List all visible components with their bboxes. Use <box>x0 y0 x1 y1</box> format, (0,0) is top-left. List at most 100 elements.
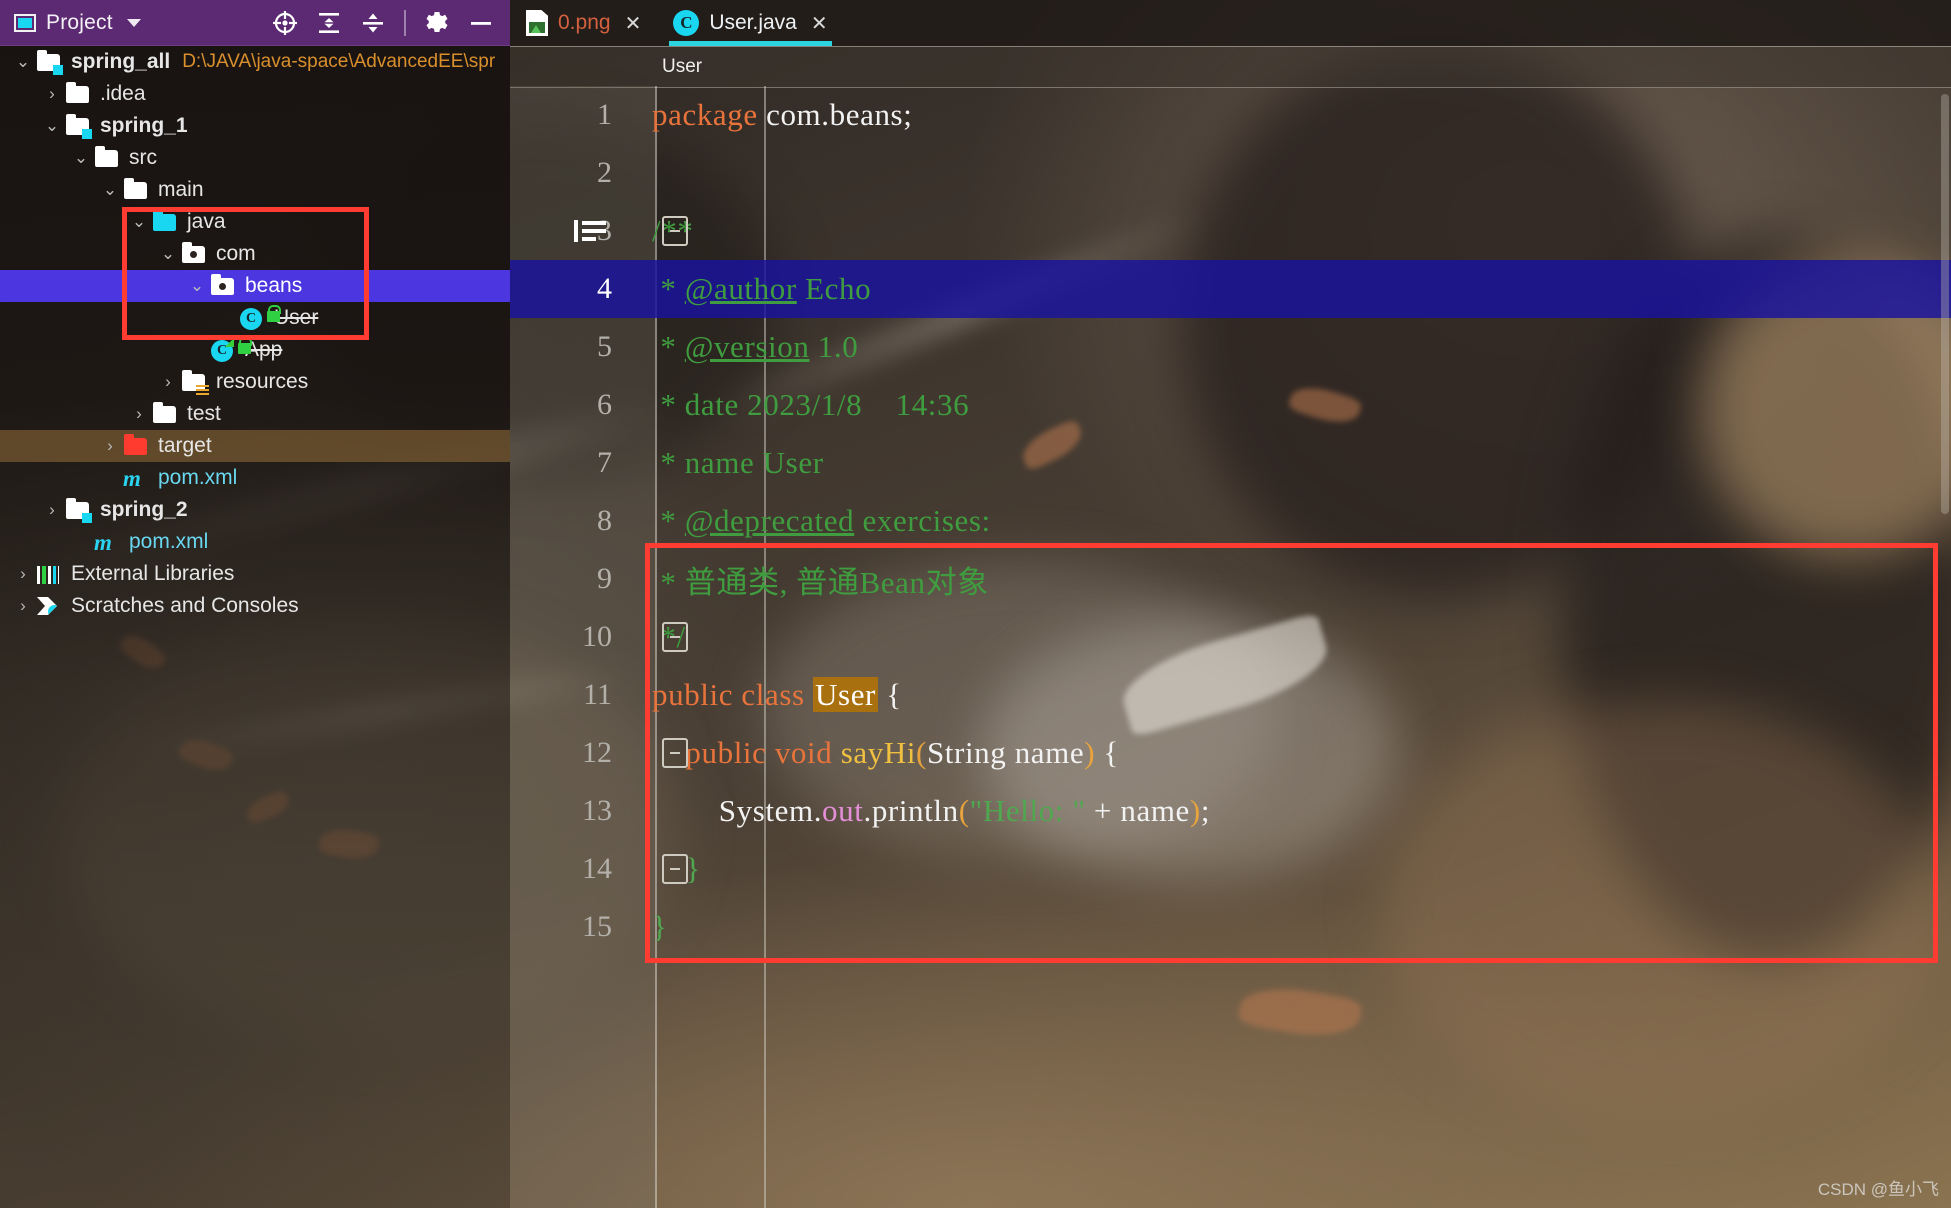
ide-window: Project ⌄ spring_all D:\JAVA\java-space\… <box>0 0 1951 1208</box>
close-icon[interactable]: ✕ <box>625 11 642 36</box>
tree-item-com[interactable]: ⌄ com <box>0 238 510 270</box>
tree-item-src[interactable]: ⌄ src <box>0 142 510 174</box>
locate-in-tree-icon[interactable] <box>272 10 298 36</box>
tree-item-resources[interactable]: › resources <box>0 366 510 398</box>
code-token: * <box>652 271 685 306</box>
code-line[interactable]: 8 * @deprecated exercises: <box>510 492 1951 550</box>
tree-item-label: spring_2 <box>100 498 188 521</box>
tree-item-spring-1[interactable]: ⌄ spring_1 <box>0 110 510 142</box>
chevron-down-icon[interactable]: ⌄ <box>39 116 65 136</box>
tree-item-main[interactable]: ⌄ main <box>0 174 510 206</box>
code-line[interactable]: 15} <box>510 898 1951 956</box>
line-number: 4 <box>597 272 612 305</box>
package-folder-icon <box>210 274 236 297</box>
code-token: out <box>822 793 864 828</box>
project-panel-title-group[interactable]: Project <box>14 11 141 35</box>
code-line[interactable]: 3/** <box>510 202 1951 260</box>
tree-item-java[interactable]: ⌄ java <box>0 206 510 238</box>
tree-item-pom-xml[interactable]: m pom.xml <box>0 526 510 558</box>
chevron-down-icon[interactable]: ⌄ <box>10 52 36 72</box>
chevron-down-icon[interactable]: ⌄ <box>97 180 123 200</box>
code-line-content: public void sayHi(String name) { <box>628 735 1119 771</box>
code-token: name <box>1120 793 1190 828</box>
chevron-down-icon[interactable]: ⌄ <box>184 276 210 296</box>
project-panel-title: Project <box>46 10 113 34</box>
chevron-down-icon[interactable]: ⌄ <box>68 148 94 168</box>
tree-item-user[interactable]: C User <box>0 302 510 334</box>
folder-icon <box>94 146 120 169</box>
code-line-content: * @version 1.0 <box>628 329 858 365</box>
code-line[interactable]: 4 * @author Echo <box>510 260 1951 318</box>
tree-item-spring-all[interactable]: ⌄ spring_all D:\JAVA\java-space\AdvancedEE… <box>0 46 510 78</box>
tree-item-pom-xml[interactable]: m pom.xml <box>0 462 510 494</box>
code-line[interactable]: 12 public void sayHi(String name) { <box>510 724 1951 782</box>
javadoc-annotation-icon[interactable] <box>572 218 608 244</box>
editor-area: 0.png ✕ C User.java ✕ User 1 package com.bean… <box>510 0 1951 1208</box>
chevron-right-icon[interactable]: › <box>97 436 123 456</box>
code-line[interactable]: 13 System.out.println("Hello: " + name); <box>510 782 1951 840</box>
minimize-icon[interactable] <box>468 10 494 36</box>
code-line-content: * @deprecated exercises: <box>628 503 991 539</box>
settings-gear-icon[interactable] <box>424 10 450 36</box>
expand-all-icon[interactable] <box>316 10 342 36</box>
tree-item-test[interactable]: › test <box>0 398 510 430</box>
tree-item-label: pom.xml <box>158 466 238 489</box>
close-icon[interactable]: ✕ <box>811 11 828 36</box>
tree-item-beans[interactable]: ⌄ beans <box>0 270 510 302</box>
editor-tab-user-java[interactable]: C User.java ✕ <box>657 0 843 46</box>
code-line[interactable]: 7 * name User <box>510 434 1951 492</box>
code-token: package <box>652 97 758 132</box>
chevron-right-icon[interactable]: › <box>10 596 36 616</box>
line-number: 7 <box>597 446 612 479</box>
collapse-all-icon[interactable] <box>360 10 386 36</box>
editor-scrollbar[interactable] <box>1939 86 1951 1208</box>
tree-item-scratches-and-consoles[interactable]: › Scratches and Consoles <box>0 590 510 622</box>
tree-item-spring-2[interactable]: › spring_2 <box>0 494 510 526</box>
chevron-down-icon[interactable]: ⌄ <box>155 244 181 264</box>
fold-collapse-icon[interactable] <box>662 216 688 246</box>
code-line[interactable]: 14 } <box>510 840 1951 898</box>
fold-end-icon[interactable] <box>662 854 688 884</box>
chevron-right-icon[interactable]: › <box>39 84 65 104</box>
code-line[interactable]: 1 package com.beans; <box>510 86 1951 144</box>
project-tree[interactable]: ⌄ spring_all D:\JAVA\java-space\AdvancedEE… <box>0 46 510 1208</box>
fold-end-icon[interactable] <box>662 622 688 652</box>
tree-item-external-libraries[interactable]: › External Libraries <box>0 558 510 590</box>
code-token: * <box>652 503 685 538</box>
tree-item-label: java <box>187 210 226 233</box>
tree-item-label: com <box>216 242 256 265</box>
package-folder-icon <box>181 242 207 265</box>
code-line[interactable]: 9 * 普通类, 普通Bean对象 <box>510 550 1951 608</box>
tree-item-app[interactable]: C App <box>0 334 510 366</box>
code-line[interactable]: 5 * @version 1.0 <box>510 318 1951 376</box>
chevron-down-icon[interactable]: ⌄ <box>126 212 152 232</box>
breadcrumb-item-class[interactable]: User <box>662 56 702 78</box>
tree-item-target[interactable]: › target <box>0 430 510 462</box>
code-lines: 1package com.beans;23/**4 * @author Echo… <box>510 86 1951 956</box>
fold-collapse-icon[interactable] <box>662 738 688 768</box>
line-number: 5 <box>597 330 612 363</box>
code-line-content: * date 2023/1/8 14:36 <box>628 387 969 423</box>
chevron-right-icon[interactable]: › <box>155 372 181 392</box>
code-line[interactable]: 10 */ <box>510 608 1951 666</box>
code-token: * name User <box>652 445 824 480</box>
code-token: { <box>877 677 902 712</box>
code-line[interactable]: 11 public class User { <box>510 666 1951 724</box>
chevron-right-icon[interactable]: › <box>39 500 65 520</box>
maven-file-icon: m <box>94 530 112 555</box>
chevron-right-icon[interactable]: › <box>126 404 152 424</box>
code-line[interactable]: 6 * date 2023/1/8 14:36 <box>510 376 1951 434</box>
code-line[interactable]: 2 <box>510 144 1951 202</box>
chevron-right-icon[interactable]: › <box>10 564 36 584</box>
code-editor[interactable]: 1package com.beans;23/**4 * @author Echo… <box>510 86 1951 1208</box>
editor-tab-0-png[interactable]: 0.png ✕ <box>510 0 657 46</box>
chevron-down-icon[interactable] <box>126 18 141 27</box>
code-line-content: * 普通类, 普通Bean对象 <box>628 557 989 602</box>
tree-item-idea[interactable]: › .idea <box>0 78 510 110</box>
scrollbar-thumb[interactable] <box>1941 94 1949 514</box>
code-token: com.beans; <box>757 97 913 132</box>
breadcrumb: User <box>510 46 1951 88</box>
project-tree-rows: ⌄ spring_all D:\JAVA\java-space\AdvancedEE… <box>0 46 510 622</box>
external-libraries-icon <box>36 563 62 585</box>
excluded-folder-icon <box>123 434 149 457</box>
